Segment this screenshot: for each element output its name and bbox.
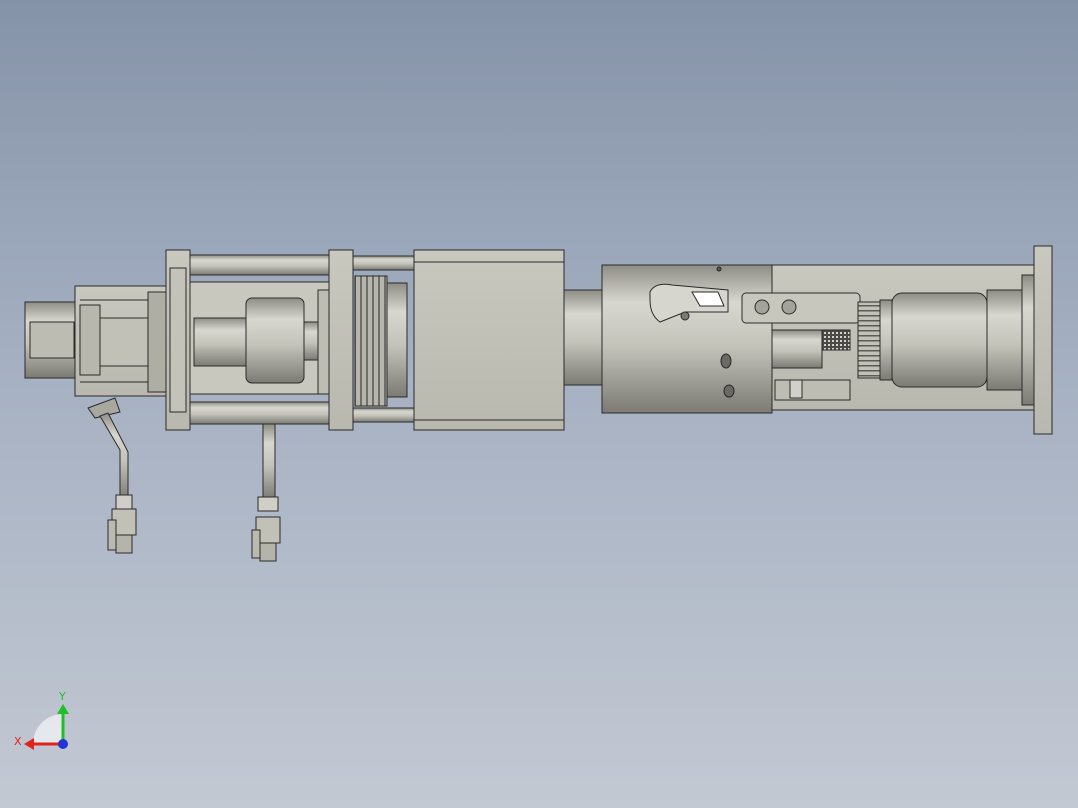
- cable-right: [262, 423, 276, 500]
- y-axis-label: Y: [58, 690, 66, 703]
- tie-rod-bottom: [187, 401, 334, 425]
- rear-flange: [1033, 245, 1053, 435]
- gearbox-block[interactable]: [413, 249, 565, 431]
- z-axis-dot-icon: [58, 739, 68, 749]
- x-axis-label: X: [14, 735, 22, 748]
- middle-bracket: [328, 249, 354, 431]
- triad-plane-icon: [33, 714, 63, 744]
- cad-viewport[interactable]: Y X: [0, 0, 1078, 808]
- coordinate-triad: Y X: [14, 690, 69, 750]
- inner-shaft: [193, 317, 250, 367]
- timing-pulley: [857, 301, 881, 379]
- cable-left: [99, 412, 129, 501]
- cad-model[interactable]: Y X: [0, 0, 1078, 808]
- coupling: [245, 297, 305, 384]
- gear-wheel: [354, 275, 388, 407]
- knurled-nut: [821, 329, 851, 351]
- actuator-assembly-icon[interactable]: [24, 245, 1053, 562]
- tie-rod-top: [187, 254, 334, 276]
- rear-motor: [891, 292, 988, 388]
